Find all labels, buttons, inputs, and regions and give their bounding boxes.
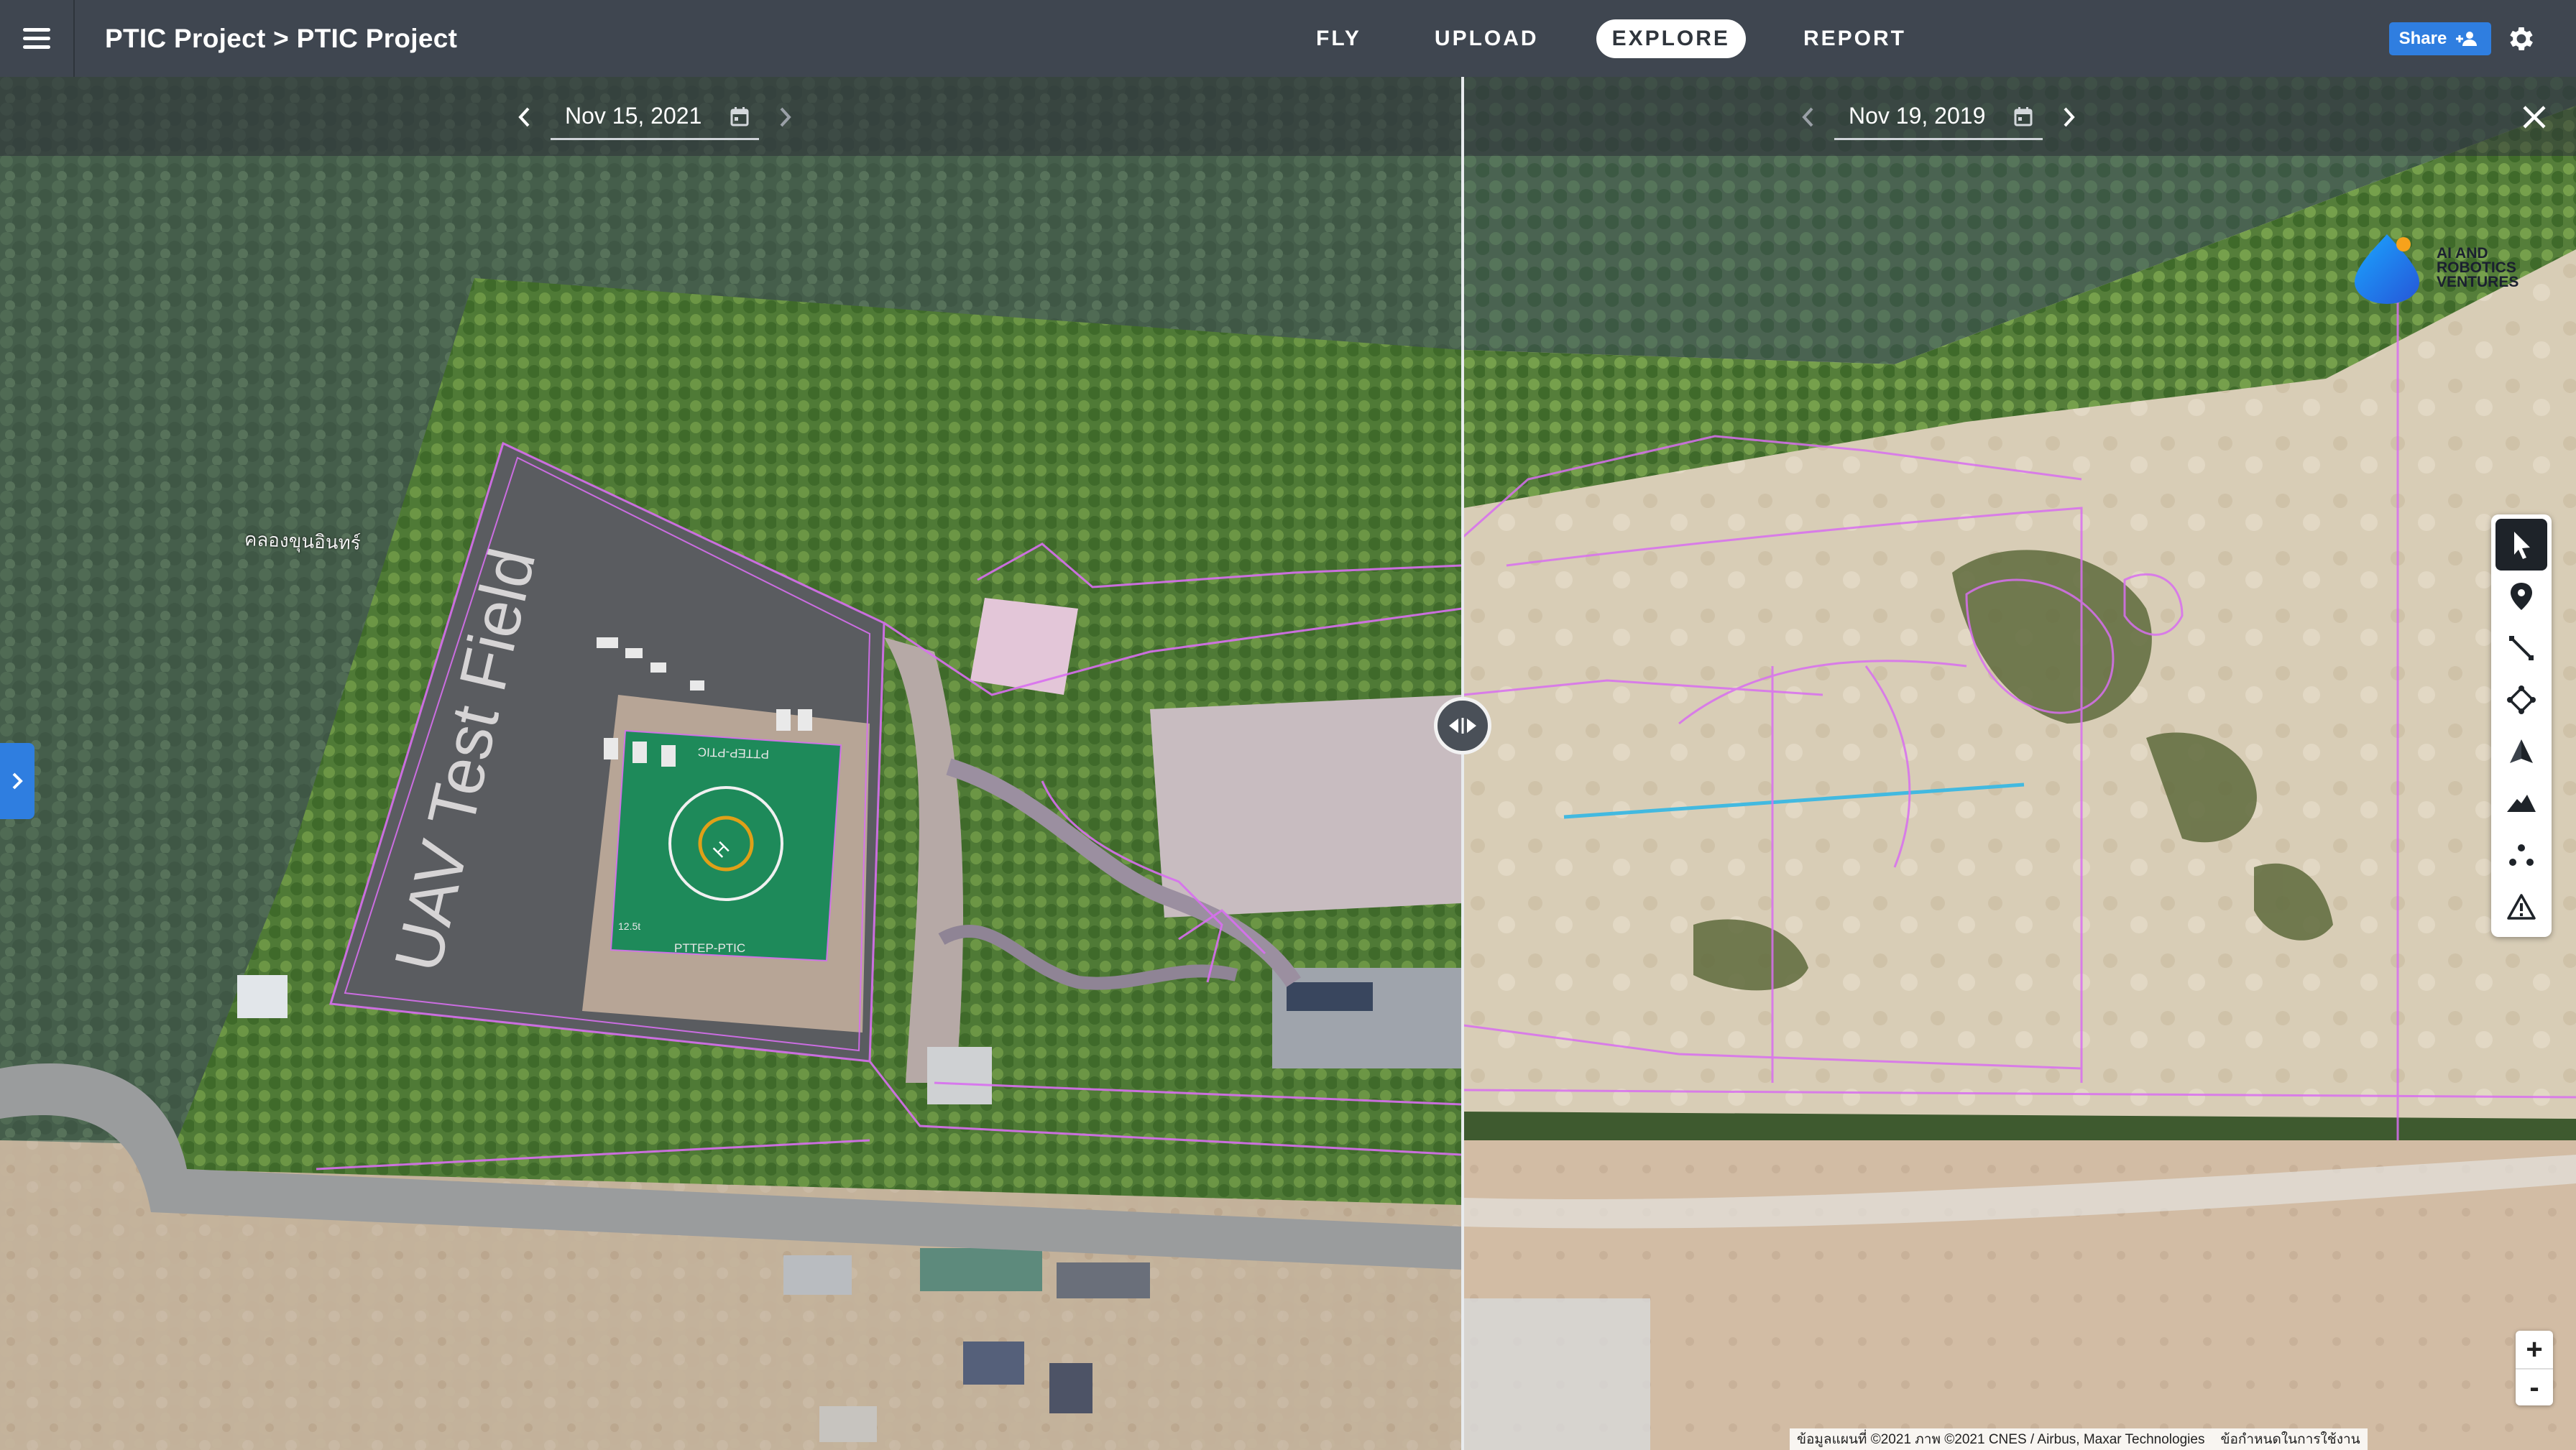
right-date-value: Nov 19, 2019 [1849,103,1986,129]
left-next-date-button[interactable] [770,103,799,131]
close-compare-icon[interactable] [2518,101,2550,133]
logo-line-1: AI AND [2437,245,2488,262]
share-button[interactable]: Share [2389,22,2491,55]
attribution-text: ข้อมูลแผนที่ ©2021 ภาพ ©2021 CNES / Airb… [1797,1432,2205,1447]
elevation-profile-icon [2507,795,2536,812]
settings-gear-icon[interactable] [2506,23,2537,55]
chevron-right-icon [2064,107,2075,127]
logo-line-2: ROBOTICS [2437,259,2516,276]
zoom-in-button[interactable]: + [2516,1331,2553,1368]
nav-upload[interactable]: UPLOAD [1419,19,1555,58]
right-date-control: Nov 19, 2019 [1794,94,2083,140]
measurement-toolbar [2491,514,2552,937]
nav-explore[interactable]: EXPLORE [1596,19,1746,58]
top-bar: PTIC Project > PTIC Project FLY UPLOAD E… [0,0,2576,77]
add-people-icon [2456,32,2478,46]
share-label: Share [2398,29,2447,48]
terms-link[interactable]: ข้อกำหนดในการใช้งาน [2220,1428,2360,1450]
issue-tool-button[interactable] [2496,881,2547,933]
map-attribution: ข้อมูลแผนที่ ©2021 ภาพ ©2021 CNES / Airb… [1790,1428,2368,1450]
warning-icon [2507,894,2536,920]
logo-text: AI AND ROBOTICS VENTURES [2437,246,2518,290]
calendar-icon[interactable] [730,106,749,126]
main-nav: FLY UPLOAD EXPLORE REPORT [1279,0,1943,77]
left-date-value: Nov 15, 2021 [565,103,702,129]
nav-fly[interactable]: FLY [1300,19,1377,58]
zoom-out-button[interactable]: - [2516,1368,2553,1405]
points-tool-button[interactable] [2496,829,2547,881]
left-date-bar: Nov 15, 2021 [0,77,1462,156]
logo-line-3: VENTURES [2437,274,2519,290]
open-side-panel-button[interactable] [0,743,34,819]
area-tool-button[interactable] [2496,674,2547,726]
drag-left-right-icon [1449,718,1476,734]
distance-line-icon [2509,636,2534,660]
left-prev-date-button[interactable] [510,103,539,131]
left-date-control: Nov 15, 2021 [510,94,799,140]
hamburger-menu-button[interactable] [0,0,75,77]
volume-icon [2510,739,2533,763]
left-map-pane[interactable]: H PTTEP-PTIC PTTEP-PTIC 12.5t UAV Test F… [0,77,1462,1450]
left-date-picker[interactable]: Nov 15, 2021 [551,94,759,140]
right-date-bar: Nov 19, 2019 [1463,77,2576,156]
helipad-weight-text: 12.5t [618,920,640,932]
calendar-icon[interactable] [2014,106,2033,126]
project-title[interactable]: PTIC Project > PTIC Project [105,24,457,54]
right-prev-date-button[interactable] [1794,103,1823,131]
location-tool-button[interactable] [2496,571,2547,622]
distance-tool-button[interactable] [2496,622,2547,674]
company-logo: AI AND ROBOTICS VENTURES [2347,228,2534,308]
area-polygon-icon [2507,685,2536,714]
map-place-label: คลองขุนอินทร์ [244,528,362,554]
map-pin-icon [2511,583,2532,610]
right-date-picker[interactable]: Nov 19, 2019 [1834,94,2043,140]
split-drag-handle[interactable] [1434,697,1491,754]
left-orthomosaic: H PTTEP-PTIC PTTEP-PTIC 12.5t UAV Test F… [0,77,1462,1450]
menu-icon [23,37,50,40]
chevron-right-icon [12,772,23,790]
chevron-left-icon [518,107,530,127]
chevron-right-icon [780,107,791,127]
pointer-tool-button[interactable] [2496,519,2547,571]
nav-report[interactable]: REPORT [1788,19,1922,58]
right-next-date-button[interactable] [2054,103,2083,131]
zoom-control: + - [2516,1331,2553,1405]
split-divider[interactable] [1461,77,1464,1450]
chevron-left-icon [1802,107,1813,127]
volume-tool-button[interactable] [2496,726,2547,777]
point-cloud-icon [2509,844,2534,866]
helipad-top-text: PTTEP-PTIC [698,745,770,761]
droplet-logo-icon [2355,234,2419,304]
elevation-tool-button[interactable] [2496,777,2547,829]
pointer-icon [2514,532,2530,559]
